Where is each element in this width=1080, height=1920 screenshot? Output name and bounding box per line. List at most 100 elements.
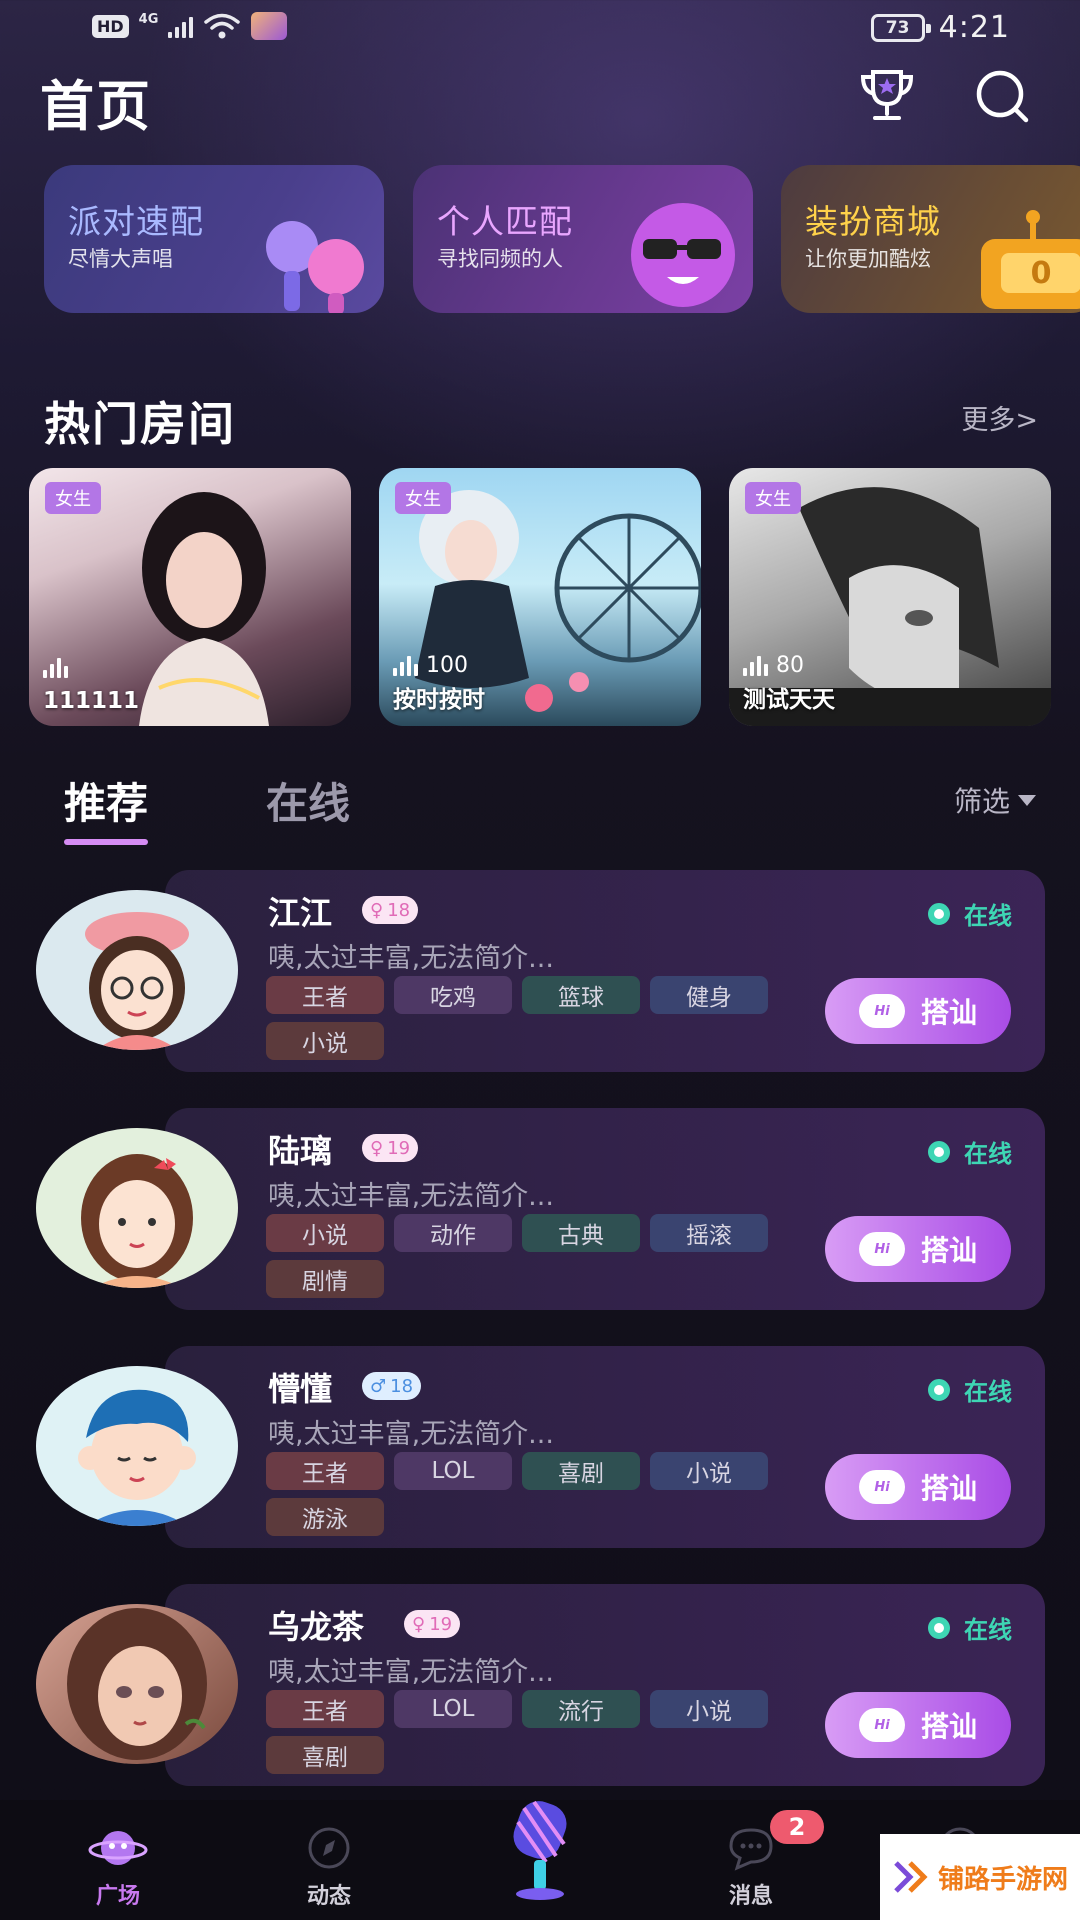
room-name: 111111 bbox=[43, 688, 140, 714]
trophy-icon[interactable] bbox=[855, 64, 919, 128]
user-bio: 咦,太过丰富,无法简介... bbox=[268, 1181, 554, 1212]
male-icon: ♂ bbox=[370, 1375, 387, 1397]
header: 首页 bbox=[0, 58, 1080, 148]
interest-tags: 王者 LOL 喜剧 小说 游泳 bbox=[266, 1452, 786, 1536]
interest-tag: 喜剧 bbox=[266, 1736, 384, 1774]
compass-icon bbox=[308, 1827, 350, 1869]
online-status: 在线 bbox=[928, 896, 1012, 931]
interest-tag: 游泳 bbox=[266, 1498, 384, 1536]
interest-tags: 小说 动作 古典 摇滚 剧情 bbox=[266, 1214, 786, 1298]
quick-card-title: 派对速配 bbox=[68, 202, 204, 241]
room-card[interactable]: 女生 100 按时按时 bbox=[379, 468, 701, 726]
user-name: 江江 bbox=[268, 894, 333, 932]
quick-card-subtitle: 让你更加酷炫 bbox=[805, 247, 931, 271]
quick-card-title: 装扮商城 bbox=[805, 202, 941, 241]
nav-label: 动态 bbox=[306, 1884, 351, 1909]
user-bio: 咦,太过丰富,无法简介... bbox=[268, 1419, 554, 1450]
page-title: 首页 bbox=[40, 75, 152, 138]
hi-bubble-icon: Hi bbox=[858, 994, 905, 1028]
interest-tag: LOL bbox=[394, 1690, 512, 1728]
network-type: 4G bbox=[138, 11, 159, 27]
quick-card-dress-up-shop[interactable]: 装扮商城 让你更加酷炫 0 bbox=[781, 165, 1080, 313]
filter-label: 筛选 bbox=[953, 785, 1010, 818]
interest-tag: 小说 bbox=[650, 1452, 768, 1490]
hi-bubble-icon: Hi bbox=[858, 1470, 905, 1504]
avatar bbox=[36, 1128, 238, 1288]
online-status: 在线 bbox=[928, 1134, 1012, 1169]
room-name: 测试天天 bbox=[743, 687, 835, 713]
room-tag: 女生 bbox=[45, 482, 101, 514]
interest-tag: 剧情 bbox=[266, 1260, 384, 1298]
user-bio: 咦,太过丰富,无法简介... bbox=[268, 943, 554, 974]
room-tag: 女生 bbox=[745, 482, 801, 514]
room-listener-count bbox=[43, 658, 76, 678]
online-dot-icon bbox=[928, 1140, 950, 1163]
audio-bars-icon bbox=[743, 655, 768, 676]
online-status: 在线 bbox=[928, 1610, 1012, 1645]
interest-tag: 流行 bbox=[522, 1690, 640, 1728]
online-status: 在线 bbox=[928, 1372, 1012, 1407]
greet-button[interactable]: Hi 搭讪 bbox=[825, 978, 1011, 1044]
status-bar: HD 4G 73 4:21 bbox=[0, 0, 1080, 56]
svg-text:0: 0 bbox=[1031, 256, 1052, 291]
filter-button[interactable]: 筛选 bbox=[954, 780, 1036, 820]
watermark-text: 铺路手游网 bbox=[937, 1864, 1068, 1895]
nav-item-plaza[interactable]: 广场 bbox=[58, 1824, 178, 1910]
room-listener-count: 80 bbox=[743, 653, 804, 678]
room-listener-count: 100 bbox=[393, 653, 468, 678]
user-name: 乌龙茶 bbox=[268, 1608, 365, 1646]
quick-card-party-match[interactable]: 派对速配 尽情大声唱 bbox=[44, 165, 384, 313]
room-cover-portrait bbox=[139, 492, 269, 726]
room-card[interactable]: 女生 80 测试天天 bbox=[729, 468, 1051, 726]
watermark: 铺路手游网 bbox=[880, 1834, 1080, 1920]
wifi-icon bbox=[204, 13, 241, 39]
avatar bbox=[36, 890, 238, 1050]
user-name: 懵懂 bbox=[268, 1370, 333, 1408]
interest-tags: 王者 吃鸡 篮球 健身 小说 bbox=[266, 976, 786, 1060]
search-icon[interactable] bbox=[970, 64, 1034, 128]
user-bio: 咦,太过丰富,无法简介... bbox=[268, 1657, 554, 1688]
list-item[interactable]: 懵懂 ♂ 18 咦,太过丰富,无法简介... 王者 LOL 喜剧 小说 游泳 在线… bbox=[0, 1346, 1080, 1552]
caret-down-icon bbox=[1018, 794, 1036, 806]
hd-indicator: HD bbox=[92, 14, 129, 38]
list-item[interactable]: 乌龙茶 ♀ 19 咦,太过丰富,无法简介... 王者 LOL 流行 小说 喜剧 在… bbox=[0, 1584, 1080, 1790]
female-icon: ♀ bbox=[370, 1137, 384, 1159]
tab-recommend[interactable]: 推荐 bbox=[64, 770, 149, 845]
interest-tags: 王者 LOL 流行 小说 喜剧 bbox=[266, 1690, 786, 1774]
room-card[interactable]: 女生 111111 bbox=[29, 468, 351, 726]
quick-card-subtitle: 寻找同频的人 bbox=[437, 247, 563, 271]
user-name: 陆璃 bbox=[268, 1132, 333, 1170]
interest-tag: 吃鸡 bbox=[394, 976, 512, 1014]
online-dot-icon bbox=[928, 1616, 950, 1639]
avatar bbox=[36, 1366, 238, 1526]
signal-icon bbox=[168, 14, 194, 38]
interest-tag: 动作 bbox=[394, 1214, 512, 1252]
greet-button[interactable]: Hi 搭讪 bbox=[825, 1692, 1011, 1758]
nav-item-moments[interactable]: 动态 bbox=[269, 1824, 389, 1910]
interest-tag: 健身 bbox=[650, 976, 768, 1014]
section-title-hot-rooms: 热门房间 bbox=[44, 397, 236, 451]
interest-tag: 小说 bbox=[650, 1690, 768, 1728]
female-icon: ♀ bbox=[370, 899, 384, 921]
message-count-badge: 2 bbox=[770, 1810, 824, 1844]
avatar bbox=[36, 1604, 238, 1764]
online-dot-icon bbox=[928, 1378, 950, 1401]
more-link[interactable]: 更多> bbox=[961, 398, 1038, 437]
quick-card-subtitle: 尽情大声唱 bbox=[68, 247, 173, 271]
interest-tag: 小说 bbox=[266, 1022, 384, 1060]
list-item[interactable]: 江江 ♀ 18 咦,太过丰富,无法简介... 王者 吃鸡 篮球 健身 小说 在线 … bbox=[0, 870, 1080, 1076]
interest-tag: 小说 bbox=[266, 1214, 384, 1252]
greet-button[interactable]: Hi 搭讪 bbox=[825, 1454, 1011, 1520]
sunglasses-face-icon bbox=[631, 203, 735, 307]
interest-tag: LOL bbox=[394, 1452, 512, 1490]
interest-tag: 摇滚 bbox=[650, 1214, 768, 1252]
list-item[interactable]: 陆璃 ♀ 19 咦,太过丰富,无法简介... 小说 动作 古典 摇滚 剧情 在线 … bbox=[0, 1108, 1080, 1314]
greet-button[interactable]: Hi 搭讪 bbox=[825, 1216, 1011, 1282]
nav-item-live[interactable] bbox=[480, 1796, 600, 1914]
audio-bars-icon bbox=[393, 655, 418, 676]
interest-tag: 王者 bbox=[266, 1452, 384, 1490]
quick-card-personal-match[interactable]: 个人匹配 寻找同频的人 bbox=[413, 165, 753, 313]
hi-bubble-icon: Hi bbox=[858, 1708, 905, 1742]
nav-label: 广场 bbox=[95, 1884, 140, 1909]
tab-online[interactable]: 在线 bbox=[266, 770, 350, 831]
